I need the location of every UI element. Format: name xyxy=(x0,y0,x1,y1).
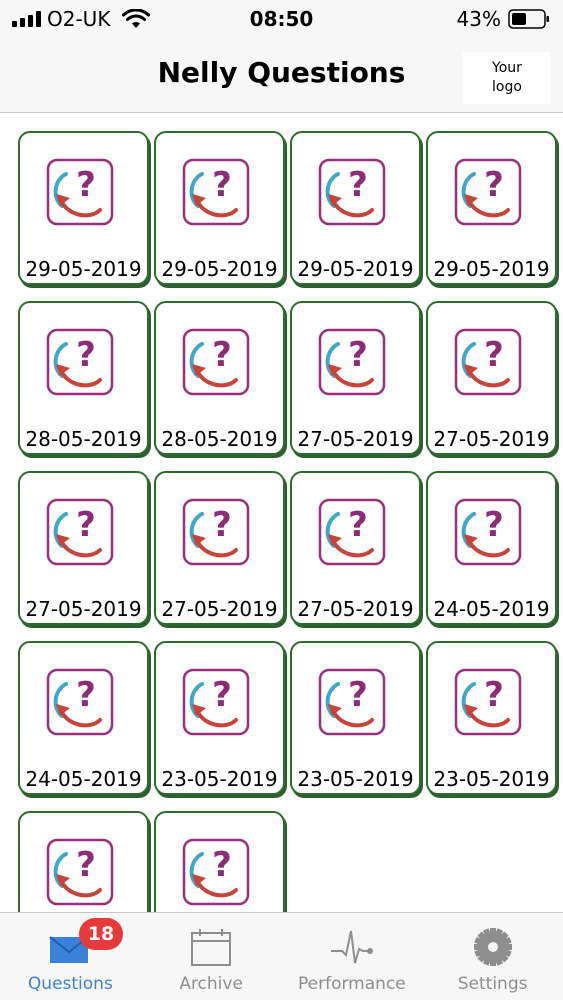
question-date: 29-05-2019 xyxy=(25,257,142,281)
question-icon: ? xyxy=(182,498,250,566)
question-date: 27-05-2019 xyxy=(25,597,142,621)
question-icon: ? xyxy=(318,328,386,396)
question-tile[interactable]: ? 29-05-2019 xyxy=(18,131,149,285)
svg-text:?: ? xyxy=(76,165,96,205)
question-icon: ? xyxy=(318,158,386,226)
question-icon: ? xyxy=(454,328,522,396)
tab-settings[interactable]: Settings xyxy=(422,913,563,1000)
question-icon: ? xyxy=(454,498,522,566)
question-icon: ? xyxy=(454,158,522,226)
question-tile[interactable]: ? 27-05-2019 xyxy=(154,471,285,625)
logo-text-line2: logo xyxy=(492,79,522,95)
question-date: 29-05-2019 xyxy=(297,257,414,281)
question-tile[interactable]: ? 28-05-2019 xyxy=(18,301,149,455)
svg-text:?: ? xyxy=(212,165,232,205)
question-tile[interactable]: ? 29-05-2019 xyxy=(154,131,285,285)
question-date: 29-05-2019 xyxy=(161,257,278,281)
tab-label-performance: Performance xyxy=(298,974,406,994)
question-date: 27-05-2019 xyxy=(297,427,414,451)
question-tile[interactable]: ? 27-05-2019 xyxy=(18,471,149,625)
tab-archive[interactable]: Archive xyxy=(141,913,282,1000)
question-icon: ? xyxy=(454,668,522,736)
question-tile[interactable]: ? 23-05-2019 xyxy=(290,641,421,795)
question-tile[interactable]: ? xyxy=(154,811,285,912)
question-icon: ? xyxy=(182,838,250,906)
svg-text:?: ? xyxy=(484,165,504,205)
svg-text:?: ? xyxy=(348,675,368,715)
question-date: 27-05-2019 xyxy=(433,427,550,451)
question-icon: ? xyxy=(182,158,250,226)
question-icon: ? xyxy=(46,668,114,736)
unread-count-badge: 18 xyxy=(79,918,123,950)
svg-text:?: ? xyxy=(348,165,368,205)
question-date: 23-05-2019 xyxy=(433,767,550,791)
question-date: 28-05-2019 xyxy=(25,427,142,451)
svg-text:?: ? xyxy=(212,845,232,885)
svg-text:?: ? xyxy=(76,675,96,715)
question-tile[interactable]: ? xyxy=(18,811,149,912)
question-date: 27-05-2019 xyxy=(297,597,414,621)
question-icon: ? xyxy=(318,668,386,736)
calendar-icon xyxy=(191,929,232,966)
question-icon: ? xyxy=(182,328,250,396)
question-tile[interactable]: ? 23-05-2019 xyxy=(154,641,285,795)
battery-percentage: 43% xyxy=(456,7,501,31)
question-date: 24-05-2019 xyxy=(433,597,550,621)
logo-placeholder: Your logo xyxy=(463,52,551,104)
question-icon: ? xyxy=(46,498,114,566)
question-icon: ? xyxy=(46,838,114,906)
question-icon: ? xyxy=(46,158,114,226)
question-tile[interactable]: ? 27-05-2019 xyxy=(426,301,557,455)
svg-text:?: ? xyxy=(76,845,96,885)
svg-text:?: ? xyxy=(484,505,504,545)
question-tile[interactable]: ? 29-05-2019 xyxy=(290,131,421,285)
svg-text:?: ? xyxy=(348,335,368,375)
tab-questions[interactable]: 18 Questions xyxy=(0,913,141,1000)
tab-label-archive: Archive xyxy=(179,974,243,994)
question-date: 27-05-2019 xyxy=(161,597,278,621)
question-date: 23-05-2019 xyxy=(297,767,414,791)
question-date: 24-05-2019 xyxy=(25,767,142,791)
gear-icon xyxy=(473,928,512,966)
question-tile[interactable]: ? 24-05-2019 xyxy=(18,641,149,795)
question-icon: ? xyxy=(318,498,386,566)
svg-text:?: ? xyxy=(212,505,232,545)
questions-grid: ? 29-05-2019? 29-05-2019? 29-05-2019? 29-05-… xyxy=(18,131,563,912)
status-bar: O2-UK 08:50 43% xyxy=(0,0,563,38)
tab-label-settings: Settings xyxy=(457,974,528,994)
svg-text:?: ? xyxy=(484,675,504,715)
question-date: 23-05-2019 xyxy=(161,767,278,791)
nav-header: Nelly Questions Your logo xyxy=(0,38,563,113)
question-tile[interactable]: ? 27-05-2019 xyxy=(290,301,421,455)
question-tile[interactable]: ? 28-05-2019 xyxy=(154,301,285,455)
svg-text:?: ? xyxy=(76,335,96,375)
svg-text:?: ? xyxy=(76,505,96,545)
question-tile[interactable]: ? 27-05-2019 xyxy=(290,471,421,625)
question-date: 28-05-2019 xyxy=(161,427,278,451)
tab-performance[interactable]: Performance xyxy=(282,913,423,1000)
question-icon: ? xyxy=(182,668,250,736)
svg-text:?: ? xyxy=(348,505,368,545)
question-tile[interactable]: ? 24-05-2019 xyxy=(426,471,557,625)
question-tile[interactable]: ? 23-05-2019 xyxy=(426,641,557,795)
tab-bar: 18 Questions Archive Performance Setting… xyxy=(0,912,563,1000)
svg-text:?: ? xyxy=(212,675,232,715)
question-date: 29-05-2019 xyxy=(433,257,550,281)
pulse-icon xyxy=(330,930,373,964)
question-icon: ? xyxy=(46,328,114,396)
svg-text:?: ? xyxy=(484,335,504,375)
battery-icon xyxy=(508,9,549,29)
question-tile[interactable]: ? 29-05-2019 xyxy=(426,131,557,285)
tab-label-questions: Questions xyxy=(27,974,113,994)
logo-text-line1: Your xyxy=(492,60,522,76)
svg-text:?: ? xyxy=(212,335,232,375)
